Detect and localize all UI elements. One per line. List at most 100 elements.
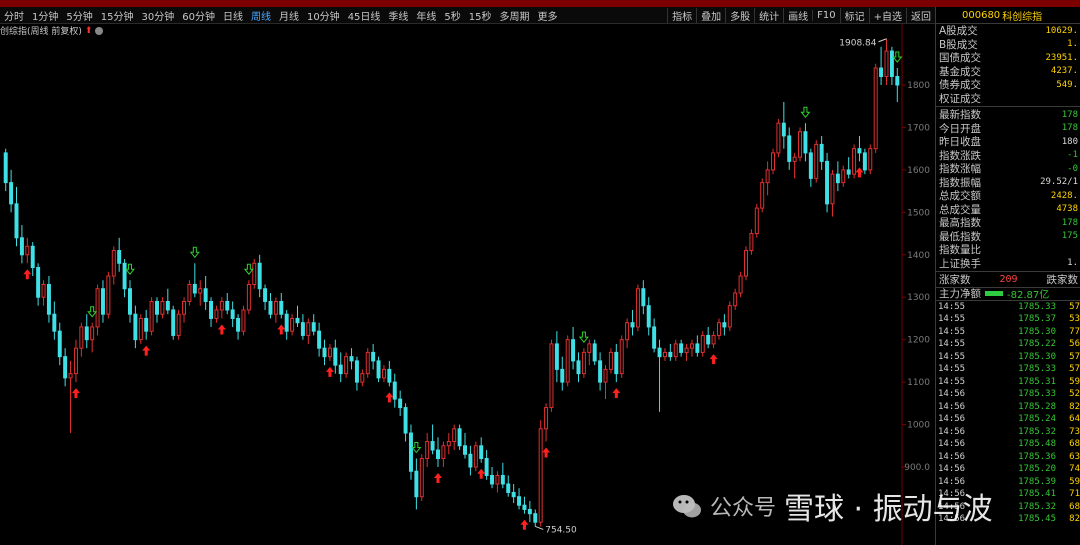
period-tab[interactable]: 季线: [384, 8, 412, 23]
tick-price: 1785.20: [1018, 464, 1056, 475]
period-tab[interactable]: 分时: [0, 8, 28, 23]
candle-body: [463, 445, 467, 455]
period-tab[interactable]: 5分钟: [62, 8, 96, 23]
tick-time: 14:55: [938, 314, 966, 325]
candle-body: [587, 343, 592, 353]
sell-arrow-icon: [800, 106, 811, 119]
candle-body: [895, 76, 900, 86]
tool-button[interactable]: 标记: [839, 8, 869, 23]
flow-bar: [985, 291, 1003, 296]
main-flow-value: -82.87亿: [1007, 290, 1050, 301]
tool-button[interactable]: 多股: [725, 8, 754, 23]
candle-body: [468, 453, 473, 468]
tick-row: 14:56 1785.32 68: [936, 501, 1080, 514]
candle-body: [268, 300, 273, 315]
stat-row: 指数涨幅 -0: [936, 162, 1080, 176]
period-tab[interactable]: 1分钟: [28, 8, 62, 23]
tick-row: 14:55 1785.30 77: [936, 326, 1080, 339]
tool-button[interactable]: 画线: [783, 8, 812, 23]
candle-body: [798, 131, 803, 158]
stat-row: 总成交量 4738: [936, 203, 1080, 217]
tick-row: 14:55 1785.33 57: [936, 363, 1080, 376]
candle-body: [619, 339, 624, 375]
period-tab[interactable]: 30分钟: [137, 8, 178, 23]
buy-arrow-icon: [477, 468, 486, 479]
quote-panel: 000680 科创综指 A股成交 10629. B股成交 1. 国债成交 23951. 基金…: [935, 7, 1080, 545]
stat-value: 10629.: [1045, 25, 1078, 36]
stat-label: 上证换手: [939, 257, 981, 270]
candle-body: [414, 470, 419, 498]
tool-button[interactable]: 统计: [754, 8, 783, 23]
period-tab[interactable]: 月线: [275, 8, 303, 23]
period-tab[interactable]: 更多: [534, 8, 562, 23]
chart-title-text: 创综指(周线 前复权): [0, 27, 82, 37]
tick-row: 14:56 1785.36 63: [936, 451, 1080, 464]
candle-body: [625, 322, 630, 341]
stat-row: 基金成交 4237.: [936, 65, 1080, 79]
period-tab[interactable]: 15秒: [465, 8, 496, 23]
up-count-value: 209: [999, 274, 1018, 286]
candle-body: [760, 182, 765, 209]
buy-arrow-icon: [325, 366, 334, 377]
turnover-stats: A股成交 10629. B股成交 1. 国债成交 23951. 基金成交 4237. 债券成交 5…: [936, 24, 1080, 105]
candle-body: [144, 317, 149, 332]
y-tick-label: 1000: [907, 421, 930, 431]
tick-row: 14:55 1785.31 59: [936, 376, 1080, 389]
period-tab[interactable]: 15分钟: [97, 8, 138, 23]
tick-price: 1785.41: [1018, 489, 1056, 500]
stat-row: 最低指数 175: [936, 230, 1080, 244]
candle-body: [165, 300, 170, 311]
period-tab[interactable]: 60分钟: [178, 8, 219, 23]
period-tab[interactable]: 5秒: [440, 8, 464, 23]
stat-value: 1.: [1067, 39, 1078, 50]
tool-button[interactable]: 叠加: [696, 8, 725, 23]
candle-body: [527, 508, 532, 515]
tool-button[interactable]: 返回: [906, 8, 935, 23]
buy-arrow-icon: [855, 167, 864, 178]
tick-list[interactable]: 14:55 1785.33 57 14:55 1785.37 53 14:55 1785.30…: [936, 301, 1080, 526]
period-toolbar: 分时 1分钟 5分钟 15分钟 30分钟 60分钟 日线 周线 月线 10分钟 45日线 季线 年线 5秒…: [0, 7, 935, 24]
candle-body: [825, 160, 830, 205]
settings-circle-icon[interactable]: [95, 26, 104, 35]
candle-body: [598, 360, 603, 383]
tool-button[interactable]: 指标: [667, 8, 696, 23]
period-tab[interactable]: 10分钟: [303, 8, 344, 23]
stock-code: 000680: [962, 9, 1001, 21]
candle-body: [808, 152, 813, 179]
sell-arrow-icon: [892, 51, 903, 63]
tick-price: 1785.28: [1018, 401, 1056, 412]
candle-body: [436, 449, 440, 460]
period-tabs: 分时 1分钟 5分钟 15分钟 30分钟 60分钟 日线 周线 月线 10分钟 45日线 季线 年线 5秒…: [0, 7, 562, 24]
candle-body: [30, 245, 35, 269]
sell-arrow-icon: [124, 263, 136, 276]
tick-row: 14:56 1785.41 71: [936, 488, 1080, 501]
tool-button[interactable]: +自选: [868, 8, 906, 23]
tick-volume: 63: [1069, 451, 1080, 462]
period-tab[interactable]: 年线: [412, 8, 440, 23]
up-count-label: 涨家数: [939, 274, 971, 287]
period-tab[interactable]: 日线: [219, 8, 247, 23]
stat-value: 178: [1061, 123, 1078, 134]
tick-time: 14:55: [938, 364, 966, 375]
tick-time: 14:56: [938, 451, 966, 462]
candle-body: [349, 356, 354, 362]
tool-button[interactable]: F10: [812, 10, 839, 21]
period-tab[interactable]: 45日线: [344, 8, 385, 23]
candle-body: [641, 288, 646, 307]
candle-body: [57, 330, 62, 358]
buy-arrow-icon: [542, 447, 551, 458]
tick-row: 14:56 1785.48 68: [936, 438, 1080, 451]
period-tab[interactable]: 多周期: [496, 8, 534, 23]
stock-header: 000680 科创综指: [936, 7, 1080, 24]
period-tab[interactable]: 周线: [247, 8, 275, 23]
candlestick-chart[interactable]: 1800 1700 1600 1500 1400 1300 1200 1100 1000 900.…: [0, 24, 935, 545]
candle-body: [803, 131, 808, 154]
candle-body: [46, 283, 51, 315]
candle-body: [127, 288, 132, 315]
candle-body: [73, 347, 78, 375]
stat-row: 上证换手 1.: [936, 257, 1080, 271]
candle-body: [635, 288, 640, 328]
candle-body: [776, 122, 781, 154]
buy-arrow-icon: [142, 345, 151, 356]
candle-body: [533, 513, 538, 523]
